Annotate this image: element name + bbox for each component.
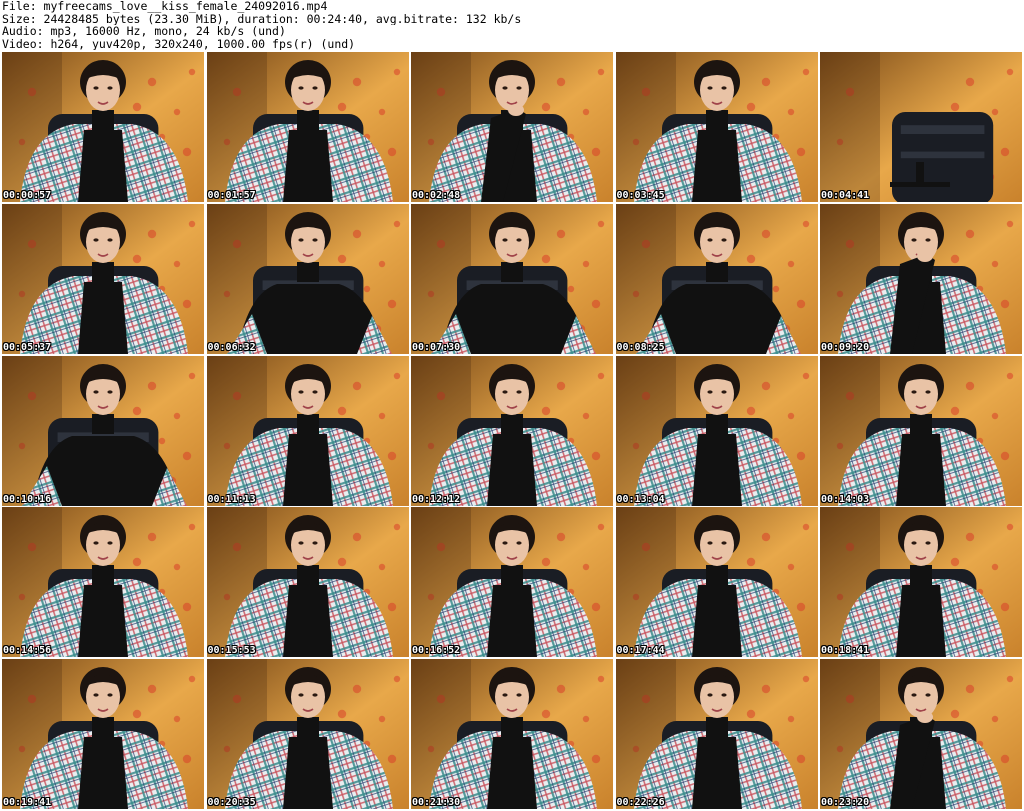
video-frame-image <box>2 52 204 202</box>
video-frame-image <box>411 659 613 809</box>
video-frame-image <box>206 507 409 658</box>
thumbnail-timestamp: 00:11:13 <box>207 493 256 505</box>
video-info-line: Video: h264, yuv420p, 320x240, 1000.00 f… <box>2 37 356 50</box>
thumbnail-timestamp: 00:10:16 <box>3 493 52 505</box>
thumbnail-timestamp: 00:09:20 <box>821 341 870 353</box>
thumbnail-timestamp: 00:18:41 <box>821 645 870 657</box>
video-frame-image <box>2 355 204 506</box>
video-frame-image <box>206 52 409 202</box>
thumbnail-timestamp: 00:04:41 <box>821 190 870 201</box>
video-thumbnail: 00:20:35 <box>206 659 409 809</box>
thumbnail-timestamp: 00:12:12 <box>412 493 461 505</box>
video-frame-image <box>206 355 409 506</box>
thumbnail-timestamp: 00:05:37 <box>3 341 52 353</box>
thumbnail-timestamp: 00:08:25 <box>616 341 665 353</box>
video-frame-image <box>820 203 1022 354</box>
video-thumbnail: 00:11:13 <box>206 355 409 506</box>
thumbnail-timestamp: 00:00:57 <box>3 190 52 201</box>
video-thumbnail: 00:06:32 <box>206 203 409 354</box>
video-frame-image <box>206 203 409 354</box>
video-frame-image <box>820 52 1022 202</box>
thumbnail-timestamp: 00:02:48 <box>412 190 461 201</box>
video-thumbnail: 00:05:37 <box>2 203 204 354</box>
video-thumbnail: 00:16:52 <box>411 507 613 658</box>
video-thumbnail: 00:19:41 <box>2 659 204 809</box>
thumbnail-timestamp: 00:07:30 <box>412 341 461 353</box>
video-frame-image <box>615 659 818 809</box>
video-thumbnail: 00:22:26 <box>615 659 818 809</box>
video-thumbnail: 00:00:57 <box>2 52 204 202</box>
video-thumbnail: 00:09:20 <box>820 203 1022 354</box>
thumbnail-timestamp: 00:23:20 <box>821 797 870 808</box>
thumbnail-timestamp: 00:06:32 <box>207 341 256 353</box>
video-frame-image <box>411 507 613 658</box>
file-info-header: File: myfreecams_love__kiss_female_24092… <box>2 0 1022 50</box>
video-frame-image <box>411 355 613 506</box>
thumbnail-timestamp: 00:20:35 <box>207 797 256 808</box>
video-thumbnail: 00:12:12 <box>411 355 613 506</box>
video-thumbnail: 00:15:53 <box>206 507 409 658</box>
video-frame-image <box>2 507 204 658</box>
video-thumbnail: 00:10:16 <box>2 355 204 506</box>
video-thumbnail: 00:18:41 <box>820 507 1022 658</box>
thumbnail-timestamp: 00:21:30 <box>412 797 461 808</box>
video-frame-image <box>411 203 613 354</box>
video-frame-image <box>2 203 204 354</box>
thumbnail-timestamp: 00:16:52 <box>412 645 461 657</box>
video-frame-image <box>820 355 1022 506</box>
file-size-line: Size: 24428485 bytes (23.30 MiB), durati… <box>2 12 522 25</box>
video-thumbnail: 00:21:30 <box>411 659 613 809</box>
file-name-line: File: myfreecams_love__kiss_female_24092… <box>2 0 328 13</box>
video-thumbnail: 00:03:45 <box>615 52 818 202</box>
video-thumbnail: 00:14:03 <box>820 355 1022 506</box>
video-frame-image <box>615 507 818 658</box>
video-frame-image <box>615 203 818 354</box>
video-frame-image <box>411 52 613 202</box>
video-thumbnail: 00:08:25 <box>615 203 818 354</box>
video-frame-image <box>615 355 818 506</box>
video-frame-image <box>820 507 1022 658</box>
thumbnail-timestamp: 00:14:03 <box>821 493 870 505</box>
thumbnail-timestamp: 00:03:45 <box>616 190 665 201</box>
audio-info-line: Audio: mp3, 16000 Hz, mono, 24 kb/s (und… <box>2 25 286 38</box>
thumbnail-timestamp: 00:22:26 <box>616 797 665 808</box>
thumbnail-timestamp: 00:19:41 <box>3 797 52 808</box>
video-frame-image <box>206 659 409 809</box>
video-thumbnail: 00:14:56 <box>2 507 204 658</box>
video-thumbnail: 00:02:48 <box>411 52 613 202</box>
thumbnail-timestamp: 00:17:44 <box>616 645 665 657</box>
video-thumbnail: 00:04:41 <box>820 52 1022 202</box>
video-thumbnail: 00:13:04 <box>615 355 818 506</box>
video-frame-image <box>615 52 818 202</box>
video-frame-image <box>820 659 1022 809</box>
thumbnail-timestamp: 00:14:56 <box>3 645 52 657</box>
thumbnail-timestamp: 00:15:53 <box>207 645 256 657</box>
thumbnail-grid: 00:00:57 00:01:57 00:02:48 00:03:45 00:04:41… <box>2 52 1022 809</box>
video-frame-image <box>2 659 204 809</box>
video-thumbnail: 00:23:20 <box>820 659 1022 809</box>
thumbnail-timestamp: 00:13:04 <box>616 493 665 505</box>
video-thumbnail: 00:07:30 <box>411 203 613 354</box>
video-thumbnail: 00:01:57 <box>206 52 409 202</box>
thumbnail-timestamp: 00:01:57 <box>207 190 256 201</box>
video-thumbnail: 00:17:44 <box>615 507 818 658</box>
